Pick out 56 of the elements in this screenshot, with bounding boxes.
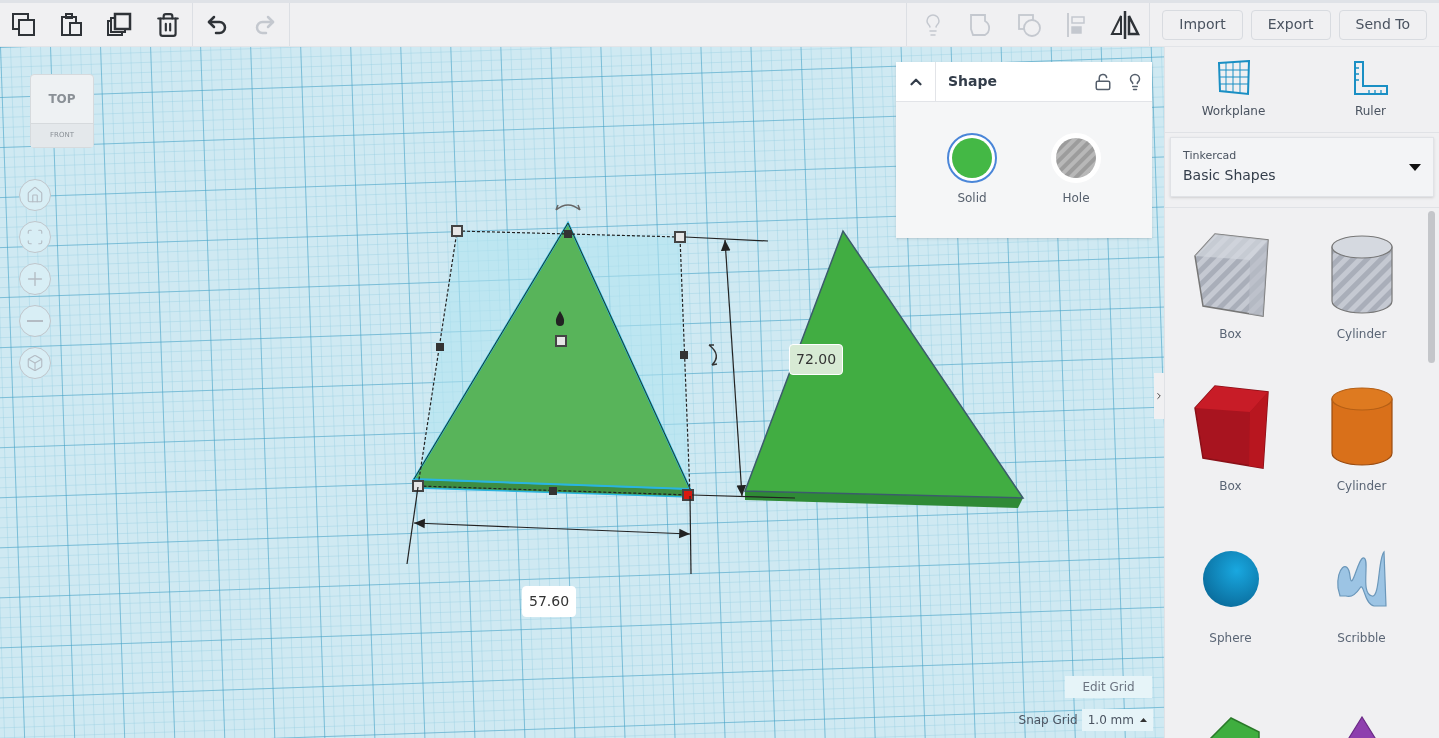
- rotate-handle-icon[interactable]: [708, 344, 718, 366]
- striped-cube-icon: [1192, 232, 1269, 318]
- corner-handle[interactable]: [674, 231, 686, 243]
- open-padlock-icon: [1094, 72, 1112, 91]
- toolbar-button[interactable]: Export: [1250, 9, 1331, 40]
- stacked-squares-icon: [106, 10, 134, 39]
- striped-circle-icon: [1056, 138, 1096, 178]
- corner-handle[interactable]: [682, 489, 694, 501]
- delete-icon: [155, 11, 181, 38]
- fit-view-icon: [26, 228, 44, 246]
- shape-tile[interactable]: Scribble: [1296, 512, 1427, 664]
- separate-shapes-icon: [1016, 11, 1043, 38]
- sphere-icon: [1201, 550, 1260, 608]
- snap-grid-dropdown[interactable]: 1.0 mm: [1081, 709, 1153, 731]
- copy-icon: [11, 11, 37, 38]
- library-source: Tinkercad: [1183, 148, 1237, 165]
- clipboard-icon: [59, 11, 85, 38]
- panel-toggle-tab[interactable]: [1154, 373, 1164, 419]
- shape-tile[interactable]: Box: [1165, 208, 1296, 360]
- panel-title: Shape: [948, 72, 997, 91]
- snap-grid-label: Snap Grid: [1018, 712, 1078, 729]
- grid-plane-icon: [1216, 59, 1251, 96]
- side-handle[interactable]: [436, 343, 444, 351]
- striped-cylinder-icon: [1330, 235, 1393, 315]
- side-handle[interactable]: [680, 351, 688, 359]
- corner-handle[interactable]: [412, 480, 424, 492]
- ruler-tool[interactable]: Ruler: [1302, 47, 1439, 132]
- corner-handle[interactable]: [451, 225, 463, 237]
- workplane-tool[interactable]: Workplane: [1165, 47, 1302, 132]
- caret-up-icon: [1140, 718, 1147, 722]
- ruler-icon: [1352, 59, 1389, 96]
- cylinder-icon: [1330, 387, 1393, 467]
- rotate-handle-icon[interactable]: [555, 204, 581, 211]
- toolbar-button[interactable]: Send To: [1338, 9, 1427, 40]
- scrollbar[interactable]: [1428, 211, 1435, 363]
- library-name: Basic Shapes: [1183, 165, 1276, 185]
- shape-tile[interactable]: Cylinder: [1296, 208, 1427, 360]
- shape-tile[interactable]: Box: [1165, 360, 1296, 512]
- side-handle[interactable]: [564, 230, 572, 238]
- side-handle[interactable]: [549, 487, 557, 495]
- cube-icon: [1192, 384, 1269, 470]
- caret-down-icon: [1409, 163, 1421, 171]
- toolbar-button[interactable]: Import: [1162, 9, 1243, 40]
- edit-grid-button[interactable]: Edit Grid: [1065, 676, 1152, 698]
- dimension-label[interactable]: 72.00: [789, 344, 844, 375]
- corner-handle[interactable]: [555, 335, 567, 347]
- library-dropdown[interactable]: Tinkercad Basic Shapes: [1170, 137, 1434, 197]
- cube-icon: [26, 354, 44, 372]
- mirror-icon: [1109, 9, 1142, 40]
- shape-tile[interactable]: Sphere: [1165, 512, 1296, 664]
- dimension-label[interactable]: 57.60: [522, 586, 577, 617]
- home-icon: [26, 186, 44, 204]
- cube-top-label: TOP: [47, 91, 77, 108]
- triangle-shape[interactable]: [743, 229, 1025, 508]
- lift-handle-icon[interactable]: [555, 311, 565, 326]
- shape-tile[interactable]: Cylinder: [1296, 360, 1427, 512]
